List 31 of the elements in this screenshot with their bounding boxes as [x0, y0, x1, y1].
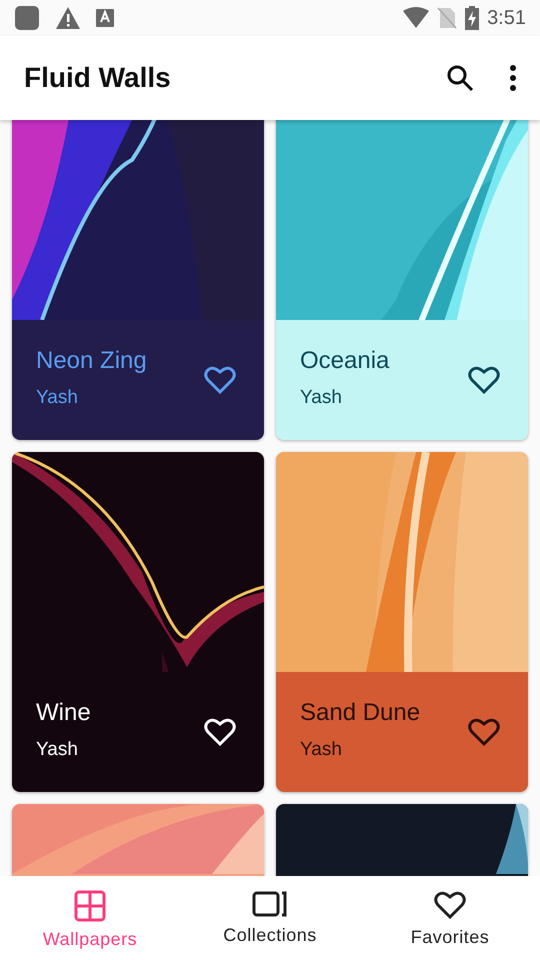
nav-tab[interactable]: Collections	[180, 876, 360, 960]
app-notification-icon	[14, 5, 40, 31]
wallpaper-title: Oceania	[300, 347, 390, 376]
battery-charging-icon	[465, 6, 480, 30]
heart-icon	[204, 366, 236, 394]
wallpaper-card[interactable]: Oceania Yash	[276, 120, 528, 440]
heart-icon	[434, 890, 466, 920]
collection-icon	[252, 890, 288, 918]
heart-icon	[468, 718, 500, 746]
no-sim-icon	[437, 7, 458, 29]
heart-icon	[468, 366, 500, 394]
wallpaper-card[interactable]: Sand Dune Yash	[276, 452, 528, 792]
nav-tab[interactable]: Favorites	[360, 876, 540, 960]
wallpaper-title: Wine	[36, 699, 91, 728]
heart-icon	[204, 718, 236, 746]
wallpaper-author: Yash	[36, 386, 79, 410]
grid-icon	[74, 890, 106, 922]
keyboard-icon	[96, 9, 114, 27]
warning-icon	[56, 7, 80, 29]
status-time: 3:51	[487, 6, 526, 31]
more-options-icon	[510, 65, 516, 91]
wallpaper-author: Yash	[300, 738, 343, 762]
app-title: Fluid Walls	[24, 61, 171, 95]
wallpaper-title: Sand Dune	[300, 699, 420, 728]
wallpaper-author: Yash	[300, 386, 343, 410]
wallpaper-author: Yash	[36, 738, 79, 762]
wallpaper-card[interactable]: Neon Zing Yash	[12, 120, 264, 440]
wifi-icon	[403, 7, 430, 29]
wallpaper-card[interactable]: Wine Yash	[12, 452, 264, 792]
search-icon	[446, 64, 474, 92]
wallpaper-title: Neon Zing	[36, 347, 147, 376]
